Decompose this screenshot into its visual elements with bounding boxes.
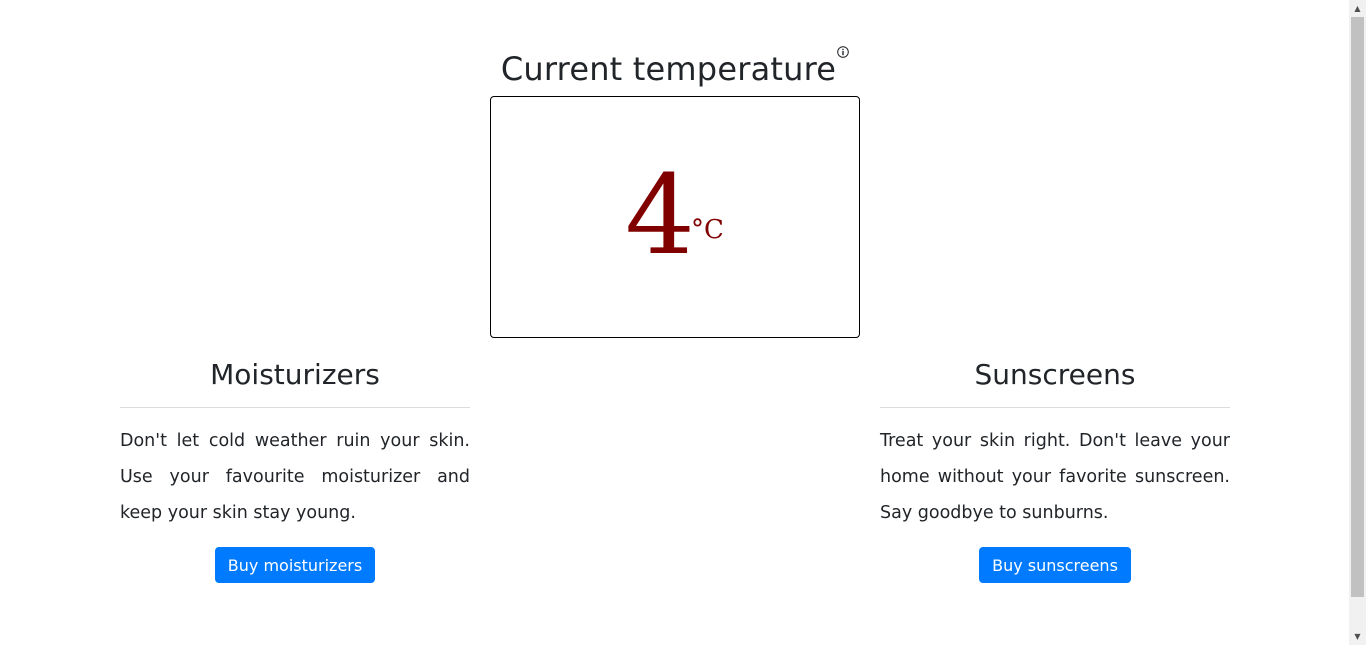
sunscreens-divider — [880, 407, 1230, 408]
scrollbar-thumb[interactable] — [1351, 17, 1364, 597]
page-title: Current temperature — [0, 46, 1349, 92]
moisturizers-divider — [120, 407, 470, 408]
vertical-scrollbar[interactable]: ▲ ▼ — [1349, 0, 1366, 645]
sunscreens-heading: Sunscreens — [974, 358, 1136, 391]
moisturizers-description: Don't let cold weather ruin your skin. U… — [120, 431, 470, 523]
sunscreens-section: Sunscreens Treat your skin right. Don't … — [880, 356, 1230, 583]
buy-sunscreens-button[interactable]: Buy sunscreens — [979, 547, 1131, 583]
moisturizers-section: Moisturizers Don't let cold weather ruin… — [120, 356, 470, 583]
temperature-box: 4 °C — [490, 96, 860, 338]
temperature-value: 4 — [625, 151, 695, 279]
temperature-unit: °C — [691, 215, 724, 245]
scroll-up-icon[interactable]: ▲ — [1349, 0, 1366, 17]
sunscreens-description: Treat your skin right. Don't leave your … — [880, 431, 1230, 523]
page-title-text: Current temperature — [500, 50, 837, 88]
info-icon[interactable] — [837, 24, 849, 58]
scroll-down-icon[interactable]: ▼ — [1349, 628, 1366, 645]
page: Current temperature 4 °C Moisturizers Do… — [0, 0, 1349, 645]
buy-moisturizers-button[interactable]: Buy moisturizers — [214, 547, 376, 583]
moisturizers-heading: Moisturizers — [210, 358, 380, 391]
